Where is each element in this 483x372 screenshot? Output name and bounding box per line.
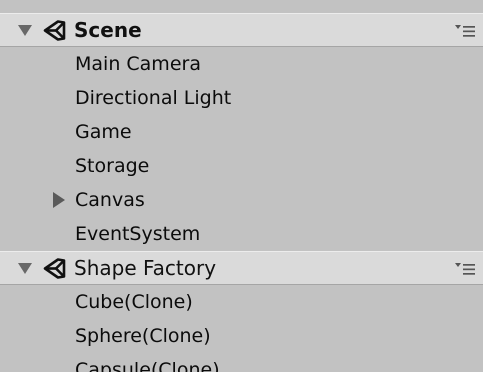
hierarchy-item[interactable]: Capsule(Clone): [0, 353, 483, 372]
scene-name: Shape Factory: [74, 256, 217, 280]
hierarchy-item[interactable]: Directional Light: [0, 81, 483, 115]
hierarchy-item-label: Game: [75, 121, 132, 143]
hierarchy-item-label: Directional Light: [75, 87, 232, 109]
unity-logo-icon: [43, 258, 66, 279]
triangle-right-icon[interactable]: [53, 192, 65, 208]
triangle-down-icon[interactable]: [18, 25, 32, 36]
hierarchy-item[interactable]: Game: [0, 115, 483, 149]
hierarchy-item-label: Cube(Clone): [75, 291, 193, 313]
hierarchy-item[interactable]: Storage: [0, 149, 483, 183]
hierarchy-panel: Scene Main Camera Directional Light Game…: [0, 0, 483, 372]
hierarchy-item-label: Sphere(Clone): [75, 325, 211, 347]
hierarchy-item-label: EventSystem: [75, 223, 201, 245]
hierarchy-item-label: Capsule(Clone): [75, 359, 220, 372]
context-menu-icon[interactable]: [454, 23, 476, 39]
hierarchy-item[interactable]: EventSystem: [0, 217, 483, 251]
unity-logo-icon: [43, 20, 66, 41]
hierarchy-item[interactable]: Main Camera: [0, 47, 483, 81]
scene-header-scene[interactable]: Scene: [0, 13, 483, 47]
hierarchy-item[interactable]: Sphere(Clone): [0, 319, 483, 353]
scene-header-shape-factory[interactable]: Shape Factory: [0, 251, 483, 285]
hierarchy-item-label: Canvas: [75, 189, 145, 211]
hierarchy-item[interactable]: Canvas: [0, 183, 483, 217]
triangle-down-icon[interactable]: [18, 263, 32, 274]
scene-name: Scene: [74, 18, 142, 42]
hierarchy-item-label: Main Camera: [75, 53, 201, 75]
hierarchy-item[interactable]: Cube(Clone): [0, 285, 483, 319]
hierarchy-item-label: Storage: [75, 155, 150, 177]
context-menu-icon[interactable]: [454, 261, 476, 277]
